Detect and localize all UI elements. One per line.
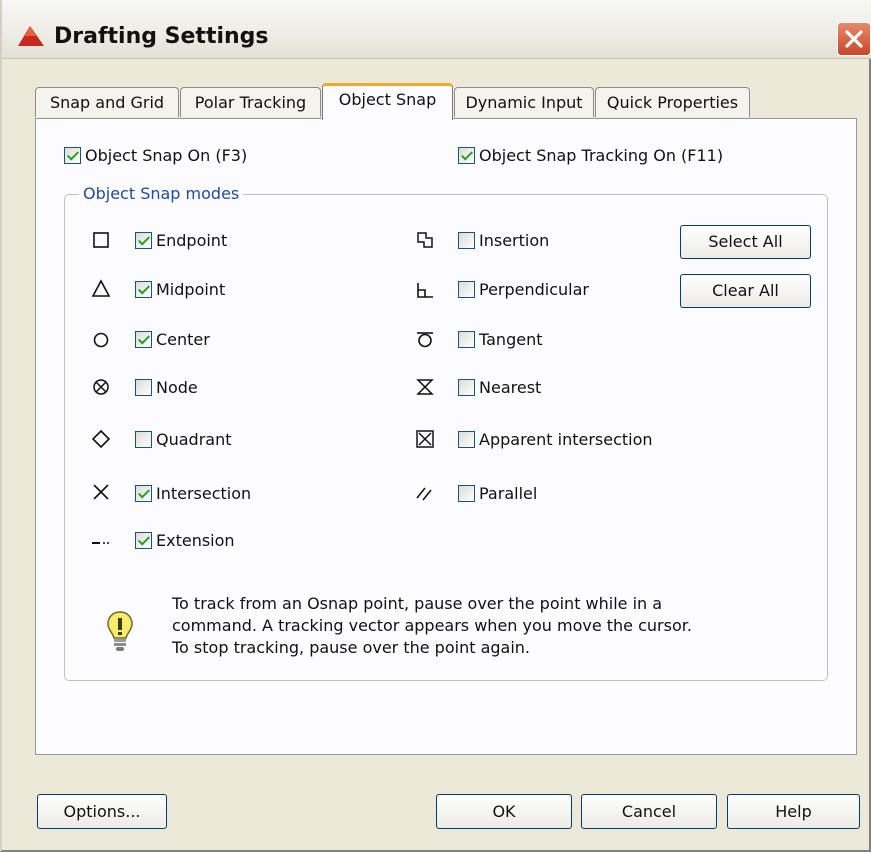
insertion-icon	[417, 232, 433, 248]
window-title: Drafting Settings	[54, 24, 269, 49]
center-icon	[93, 332, 109, 348]
parallel-checkbox[interactable]: Parallel	[458, 481, 537, 505]
quadrant-icon	[91, 429, 111, 449]
drafting-settings-dialog: Drafting Settings Snap and Grid Polar Tr…	[0, 0, 871, 852]
midpoint-label: Midpoint	[156, 279, 226, 299]
intersection-checkbox[interactable]: Intersection	[135, 481, 251, 505]
nearest-checkbox[interactable]: Nearest	[458, 375, 541, 399]
tangent-icon	[417, 332, 433, 348]
extension-icon	[92, 542, 109, 544]
checkbox[interactable]	[458, 484, 475, 502]
tab-dynamic-input[interactable]: Dynamic Input	[454, 87, 594, 117]
tab-object-snap[interactable]: Object Snap	[322, 83, 453, 120]
cancel-button[interactable]: Cancel	[581, 794, 717, 829]
tab-quick-properties[interactable]: Quick Properties	[595, 87, 750, 117]
endpoint-checkbox[interactable]: Endpoint	[135, 228, 227, 252]
tab-polar-tracking[interactable]: Polar Tracking	[180, 87, 321, 117]
checkbox[interactable]	[135, 280, 152, 298]
checkbox[interactable]	[458, 330, 475, 348]
close-icon	[845, 30, 863, 48]
checkbox[interactable]	[458, 231, 475, 249]
extension-label: Extension	[156, 530, 235, 550]
node-checkbox[interactable]: Node	[135, 375, 198, 399]
object-snap-modes-label: Object Snap modes	[79, 184, 244, 203]
checkbox[interactable]	[135, 531, 152, 549]
midpoint-icon	[91, 279, 111, 297]
apparent-intersection-label: Apparent intersection	[479, 429, 653, 449]
quadrant-label: Quadrant	[156, 429, 232, 449]
checkbox[interactable]	[458, 430, 475, 448]
checkbox[interactable]	[458, 378, 475, 396]
tangent-checkbox[interactable]: Tangent	[458, 327, 542, 351]
checkbox[interactable]	[135, 330, 152, 348]
apparent-intersection-checkbox[interactable]: Apparent intersection	[458, 427, 653, 451]
options-button[interactable]: Options...	[37, 794, 167, 829]
intersection-label: Intersection	[156, 483, 252, 503]
node-label: Node	[156, 377, 198, 397]
parallel-icon	[416, 487, 432, 501]
clear-all-button[interactable]: Clear All	[680, 274, 811, 308]
center-label: Center	[156, 329, 210, 349]
tangent-label: Tangent	[479, 329, 543, 349]
select-all-button[interactable]: Select All	[680, 225, 811, 259]
close-button[interactable]	[837, 22, 871, 56]
extension-checkbox[interactable]: Extension	[135, 528, 235, 552]
tip-line: To track from an Osnap point, pause over…	[172, 594, 663, 613]
object-snap-tracking-on-label: Object Snap Tracking On (F11)	[479, 145, 724, 165]
title-bar[interactable]: Drafting Settings	[2, 0, 871, 59]
checkbox[interactable]	[458, 280, 475, 298]
node-icon	[93, 379, 109, 395]
ok-button[interactable]: OK	[436, 794, 572, 829]
tip-line: To stop tracking, pause over the point a…	[172, 638, 531, 657]
nearest-icon	[416, 379, 434, 395]
checkbox[interactable]	[458, 146, 475, 164]
perpendicular-checkbox[interactable]: Perpendicular	[458, 277, 589, 301]
autocad-app-icon	[18, 26, 44, 46]
tab-snap-and-grid[interactable]: Snap and Grid	[35, 87, 179, 117]
object-snap-on-label: Object Snap On (F3)	[85, 145, 248, 165]
nearest-label: Nearest	[479, 377, 542, 397]
tracking-tip-text: To track from an Osnap point, pause over…	[172, 593, 732, 659]
checkbox[interactable]	[135, 231, 152, 249]
checkbox[interactable]	[64, 146, 81, 164]
object-snap-on-checkbox[interactable]: Object Snap On (F3)	[64, 143, 247, 167]
object-snap-tracking-on-checkbox[interactable]: Object Snap Tracking On (F11)	[458, 143, 723, 167]
lightbulb-icon	[107, 611, 133, 651]
quadrant-checkbox[interactable]: Quadrant	[135, 427, 232, 451]
perpendicular-icon	[417, 283, 433, 298]
help-button[interactable]: Help	[727, 794, 860, 829]
checkbox[interactable]	[135, 430, 152, 448]
perpendicular-label: Perpendicular	[479, 279, 590, 299]
midpoint-checkbox[interactable]: Midpoint	[135, 277, 225, 301]
apparent-intersection-icon	[416, 430, 434, 448]
checkbox[interactable]	[135, 378, 152, 396]
checkbox[interactable]	[135, 484, 152, 502]
endpoint-icon	[93, 232, 109, 248]
parallel-label: Parallel	[479, 483, 538, 503]
insertion-label: Insertion	[479, 230, 550, 250]
intersection-icon	[93, 484, 109, 500]
center-checkbox[interactable]: Center	[135, 327, 210, 351]
insertion-checkbox[interactable]: Insertion	[458, 228, 549, 252]
endpoint-label: Endpoint	[156, 230, 228, 250]
tip-line: command. A tracking vector appears when …	[172, 616, 692, 635]
